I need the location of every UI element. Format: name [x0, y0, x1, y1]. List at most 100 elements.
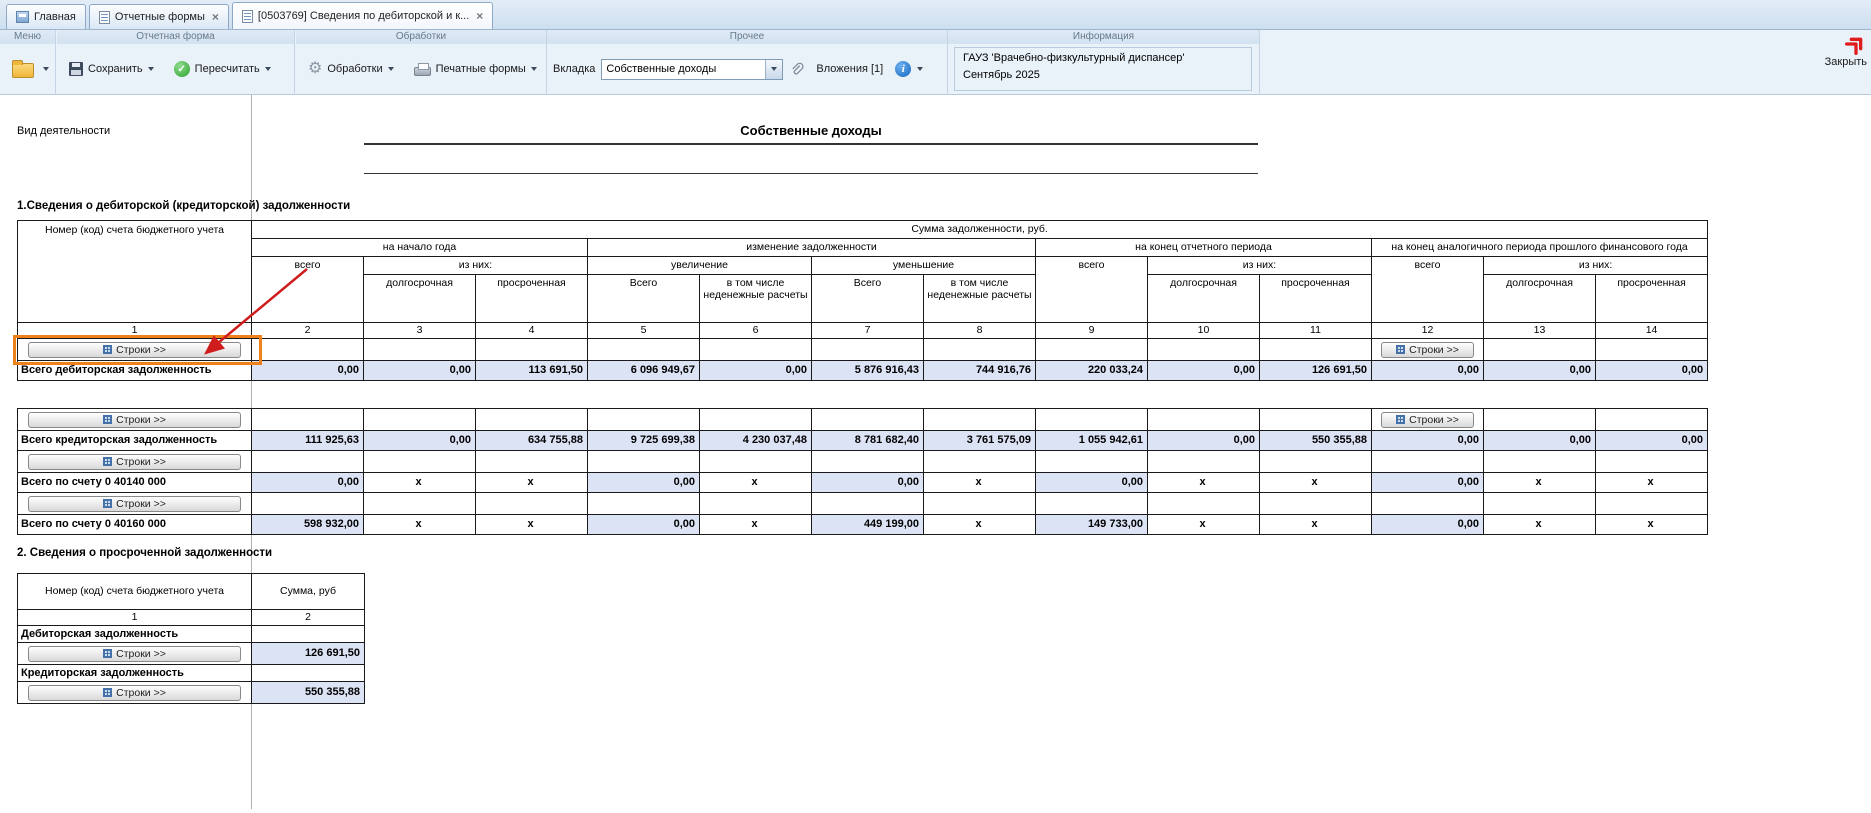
recalculate-button[interactable]: ✓ Пересчитать: [168, 57, 277, 81]
empty-cell: [1595, 450, 1708, 473]
chevron-down-icon[interactable]: [43, 67, 49, 71]
amount-cell: 0,00: [587, 472, 700, 493]
empty-cell: [1035, 408, 1148, 431]
save-button[interactable]: Сохранить: [63, 58, 160, 80]
row-label-cell: Кредиторская задолженность: [17, 664, 252, 682]
empty-cell: [251, 338, 364, 361]
empty-cell: [587, 338, 700, 361]
rows-button-label: Строки >>: [116, 455, 166, 468]
amount-cell: 6 096 949,67: [587, 360, 700, 381]
empty-cell: [1483, 338, 1596, 361]
header-cell: в том числе неденежные расчеты: [699, 274, 812, 323]
empty-cell: [1595, 492, 1708, 515]
header-cell: просроченная: [475, 274, 588, 323]
empty-cell: [1147, 338, 1260, 361]
header-cell-account: Номер (код) счета бюджетного учета: [17, 220, 252, 323]
empty-cell: [811, 338, 924, 361]
column-number-cell: 9: [1035, 322, 1148, 339]
column-number-cell: 2: [251, 609, 365, 626]
rows-expand-button-credit-prev[interactable]: Строки >>: [1381, 411, 1474, 428]
header-cell: просроченная: [1259, 274, 1372, 323]
amount-cell: 449 199,00: [811, 514, 924, 535]
amount-cell: 8 781 682,40: [811, 430, 924, 451]
chevron-down-icon[interactable]: [917, 67, 924, 71]
print-forms-button[interactable]: Печатные формы: [408, 58, 543, 80]
attachments-button[interactable]: Вложения [1]: [810, 59, 889, 79]
rows-expand-button-overdue-credit[interactable]: Строки >>: [28, 684, 241, 701]
info-icon[interactable]: i: [895, 61, 912, 77]
empty-cell: [811, 492, 924, 515]
title-rule: [364, 173, 1258, 174]
home-icon: [16, 11, 29, 23]
rows-expand-button-credit[interactable]: Строки >>: [28, 411, 241, 428]
header-cell: всего: [1035, 256, 1148, 323]
column-number-cell: 7: [811, 322, 924, 339]
amount-cell: 3 761 575,09: [923, 430, 1036, 451]
gear-icon: ⚙: [308, 60, 323, 77]
grid-icon: [103, 457, 113, 466]
save-button-label: Сохранить: [88, 63, 143, 75]
rows-button-label: Строки >>: [116, 343, 166, 356]
section1-title: 1.Сведения о дебиторской (кредиторской) …: [17, 200, 351, 212]
amount-cell: 0,00: [1371, 430, 1484, 451]
grid-icon: [103, 415, 113, 424]
close-tab-icon[interactable]: ×: [476, 10, 483, 22]
empty-cell: [251, 450, 364, 473]
rows-expand-button-overdue-debit[interactable]: Строки >>: [28, 645, 241, 662]
amount-cell: x: [1259, 472, 1372, 493]
rows-expand-button-40160[interactable]: Строки >>: [28, 495, 241, 512]
amount-cell: x: [1595, 472, 1708, 493]
overdue-table: Номер (код) счета бюджетного учета Сумма…: [17, 573, 365, 704]
document-icon: [241, 9, 253, 23]
row-label-cell: Дебиторская задолженность: [17, 625, 252, 643]
column-number-cell: 8: [923, 322, 1036, 339]
rows-expand-button-40140[interactable]: Строки >>: [28, 453, 241, 470]
tab-select[interactable]: Собственные доходы: [601, 58, 784, 80]
grid-icon: [103, 499, 113, 508]
grid-icon: [103, 345, 113, 354]
empty-cell: [363, 338, 476, 361]
printer-icon: [413, 63, 431, 76]
recalculate-button-label: Пересчитать: [194, 63, 260, 75]
empty-cell: [1483, 492, 1596, 515]
empty-cell: [475, 450, 588, 473]
amount-cell: 550 355,88: [251, 681, 365, 704]
amount-cell: 550 355,88: [1259, 430, 1372, 451]
amount-cell: 0,00: [1371, 514, 1484, 535]
processing-button[interactable]: ⚙ Обработки: [302, 57, 400, 81]
amount-cell: x: [923, 514, 1036, 535]
tab-report-forms[interactable]: Отчетные формы ×: [88, 4, 229, 29]
close-tab-icon[interactable]: ×: [212, 11, 219, 23]
report-period: Сентябрь 2025: [963, 69, 1040, 81]
row-label-cell: Всего дебиторская задолженность: [17, 360, 252, 381]
combo-dropdown-button[interactable]: [765, 59, 783, 79]
toolbar-group-report-form: Отчетная форма Сохранить ✓ Пересчитать: [57, 30, 295, 95]
rows-expand-button-debit-prev[interactable]: Строки >>: [1381, 341, 1474, 358]
menu-folder-button[interactable]: [6, 56, 40, 82]
amount-cell: 111 925,63: [251, 430, 364, 451]
debt-table-credit: Строки >> Строки >> Всего кредиторская з…: [17, 408, 1708, 535]
empty-cell: [1147, 450, 1260, 473]
column-number-cell: 10: [1147, 322, 1260, 339]
header-cell: всего: [1371, 256, 1484, 323]
empty-cell: [1595, 408, 1708, 431]
amount-cell: 0,00: [1595, 430, 1708, 451]
toolbar: Меню Отчетная форма Сохранить ✓ Пересчит…: [0, 30, 1871, 95]
tab-home[interactable]: Главная: [6, 4, 86, 29]
amount-cell: 0,00: [1371, 472, 1484, 493]
rows-button-label: Строки >>: [1409, 343, 1459, 356]
rows-expand-button-debit[interactable]: Строки >>: [28, 341, 241, 358]
tab-current-form[interactable]: [0503769] Сведения по дебиторской и к...…: [231, 2, 494, 29]
amount-cell: 0,00: [1483, 430, 1596, 451]
check-icon: ✓: [173, 61, 190, 77]
toolbar-group-processing: Обработки ⚙ Обработки Печатные формы: [296, 30, 547, 95]
close-form-button[interactable]: Закрыть: [1807, 33, 1867, 68]
print-forms-button-label: Печатные формы: [435, 63, 526, 75]
empty-cell: [699, 338, 812, 361]
header-cell: Всего: [587, 274, 700, 323]
header-cell: в том числе неденежные расчеты: [923, 274, 1036, 323]
header-cell-sum: Сумма, руб: [251, 573, 365, 610]
amount-cell: x: [1483, 472, 1596, 493]
folder-icon: [12, 60, 34, 78]
column-number-cell: 11: [1259, 322, 1372, 339]
